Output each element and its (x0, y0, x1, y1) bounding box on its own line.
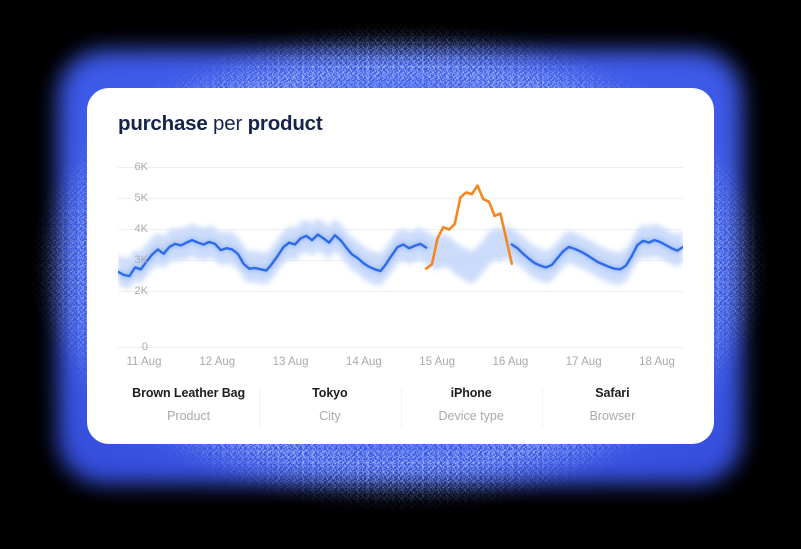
x-axis-tick-label: 16 Aug (492, 356, 529, 368)
title-bold-purchase: purchase (118, 112, 208, 135)
x-axis-tick-label: 17 Aug (565, 356, 602, 368)
y-axis-tick-label: 3K (134, 254, 148, 266)
stat-value: iPhone (450, 386, 492, 400)
stat-label: Browser (589, 409, 636, 423)
x-axis-tick-label: 13 Aug (272, 356, 309, 368)
stat-label: City (319, 409, 341, 423)
stat-city[interactable]: Tokyo City (259, 386, 400, 434)
chart-plot-area (118, 167, 683, 348)
analytics-card: purchase per product 6K 5K 4K 3K 2K 0 11 Aug 1… (87, 88, 714, 444)
stat-value: Safari (595, 386, 630, 400)
stat-label: Product (167, 409, 211, 423)
line-chart: 6K 5K 4K 3K 2K 0 (118, 161, 683, 353)
y-axis-tick-label: 0 (141, 341, 148, 353)
stat-value: Tokyo (312, 386, 348, 400)
stat-device-type[interactable]: iPhone Device type (400, 386, 542, 434)
y-axis-tick-label: 2K (134, 285, 148, 297)
x-axis-tick-label: 18 Aug (639, 356, 675, 368)
page-title: purchase per product (118, 112, 323, 136)
title-regular-per: per (207, 112, 248, 135)
y-axis-tick-label: 4K (134, 223, 148, 235)
stat-product[interactable]: Brown Leather Bag Product (118, 386, 259, 434)
y-axis: 6K 5K 4K 3K 2K 0 (118, 161, 148, 353)
x-axis-tick-label: 11 Aug (126, 356, 162, 368)
y-axis-tick-label: 5K (134, 192, 148, 204)
y-axis-tick-label: 6K (134, 161, 148, 173)
title-bold-product: product (247, 112, 323, 135)
confidence-band-area (118, 218, 683, 289)
stat-browser[interactable]: Safari Browser (541, 386, 683, 434)
x-axis-tick-label: 12 Aug (199, 356, 236, 368)
x-axis-tick-label: 14 Aug (345, 356, 382, 368)
stat-value: Brown Leather Bag (132, 386, 246, 400)
stats-footer: Brown Leather Bag Product Tokyo City iPhone D… (118, 386, 683, 434)
x-axis: 11 Aug 12 Aug 13 Aug 14 Aug 15 Aug 16 Aug 17 A… (118, 356, 683, 374)
page-background: purchase per product 6K 5K 4K 3K 2K 0 11 Aug 1… (0, 0, 801, 549)
stat-label: Device type (438, 409, 504, 423)
x-axis-tick-label: 15 Aug (419, 356, 456, 368)
